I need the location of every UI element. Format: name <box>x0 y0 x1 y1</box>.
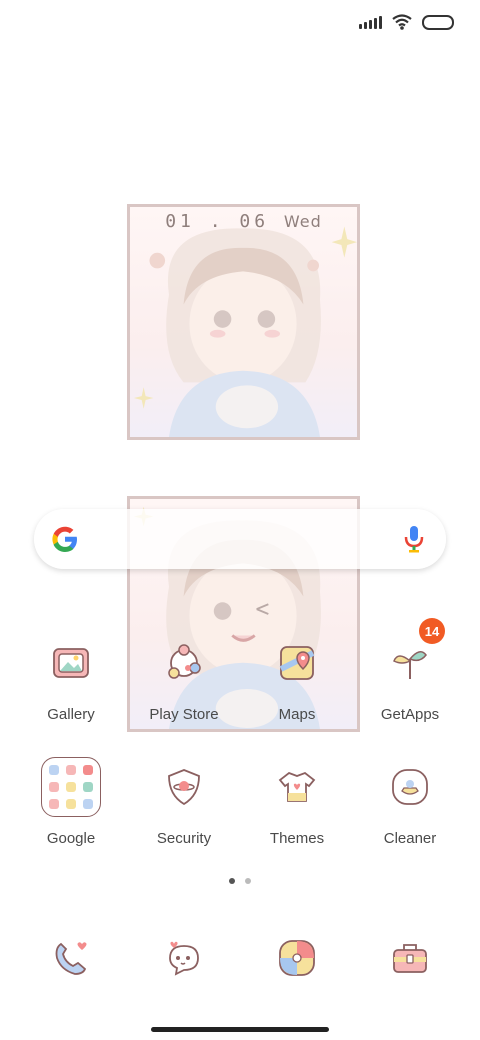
phone-icon <box>40 936 102 980</box>
app-maps[interactable]: Maps <box>241 632 353 723</box>
wifi-icon <box>392 14 412 30</box>
page-dot[interactable] <box>245 878 251 884</box>
widget-date: 01 . 06 Wed <box>165 211 322 232</box>
notification-badge: 14 <box>419 618 445 644</box>
anime-girl-illustration <box>133 226 357 437</box>
app-label: Themes <box>269 830 325 847</box>
app-label: Google <box>46 830 96 847</box>
app-getapps[interactable]: 14 GetApps <box>354 618 466 723</box>
cleaner-icon <box>379 756 441 818</box>
dock-toolbox[interactable] <box>354 936 466 980</box>
gallery-icon <box>40 632 102 694</box>
app-label: Maps <box>278 706 316 723</box>
app-play-store[interactable]: Play Store <box>128 632 240 723</box>
signal-icon <box>359 15 382 29</box>
folder-google[interactable]: Google <box>15 756 127 847</box>
app-security[interactable]: Security <box>128 756 240 847</box>
status-bar <box>359 10 454 34</box>
app-themes[interactable]: Themes <box>241 756 353 847</box>
dock <box>0 936 480 980</box>
page-indicator[interactable] <box>0 878 480 884</box>
play-store-icon <box>153 632 215 694</box>
browser-icon <box>266 936 328 980</box>
security-icon <box>153 756 215 818</box>
toolbox-icon <box>379 936 441 980</box>
dock-phone[interactable] <box>15 936 127 980</box>
google-logo <box>52 526 77 552</box>
app-label: Security <box>156 830 212 847</box>
dock-messages[interactable] <box>128 936 240 980</box>
mic-icon[interactable] <box>404 525 424 553</box>
app-label: Cleaner <box>383 830 437 847</box>
getapps-icon: 14 <box>379 618 445 694</box>
google-search-bar[interactable] <box>34 509 446 569</box>
dock-browser[interactable] <box>241 936 353 980</box>
app-label: Play Store <box>149 706 219 723</box>
home-indicator[interactable] <box>151 1027 329 1032</box>
maps-icon <box>266 632 328 694</box>
page-dot-active[interactable] <box>229 878 235 884</box>
app-label: Gallery <box>47 706 95 723</box>
app-cleaner[interactable]: Cleaner <box>354 756 466 847</box>
battery-icon <box>422 14 454 30</box>
photo-clock-widget[interactable]: 01 . 06 Wed <box>127 204 360 440</box>
messages-icon <box>153 936 215 980</box>
app-label: GetApps <box>380 706 440 723</box>
app-gallery[interactable]: Gallery <box>15 632 127 723</box>
themes-icon <box>266 756 328 818</box>
google-folder-icon <box>40 756 102 818</box>
